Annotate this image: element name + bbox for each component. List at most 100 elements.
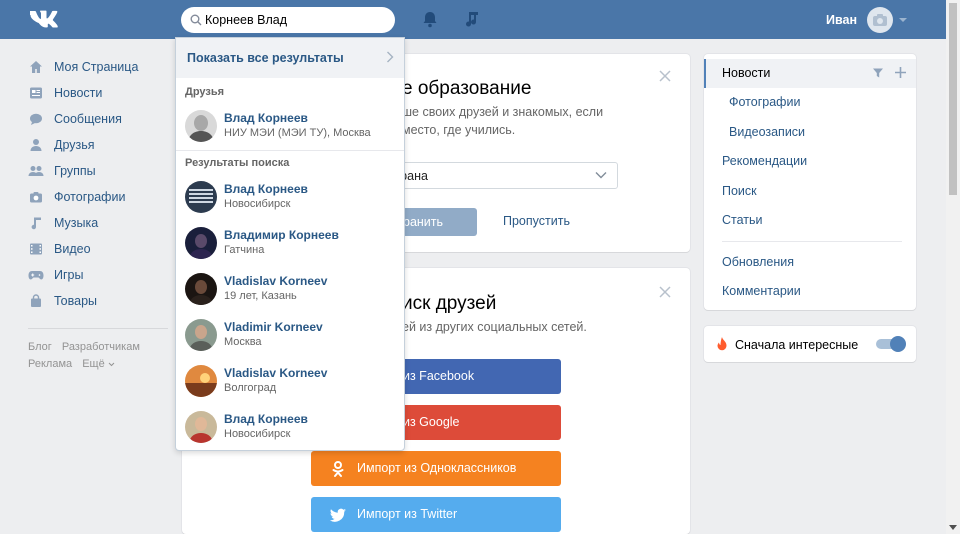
bell-icon[interactable] bbox=[420, 9, 440, 29]
footer-link-blog[interactable]: Блог bbox=[28, 341, 52, 353]
show-all-label: Показать все результаты bbox=[187, 51, 344, 65]
result-avatar bbox=[185, 227, 217, 259]
nav-item-friends[interactable]: Друзья bbox=[28, 132, 168, 158]
filter-photos[interactable]: Фотографии bbox=[729, 95, 800, 109]
result-subtitle: 19 лет, Казань bbox=[224, 290, 297, 302]
footer-link-ads[interactable]: Реклама bbox=[28, 358, 72, 370]
search-result-row[interactable]: Vladimir Korneev Москва bbox=[176, 312, 404, 358]
search-result-row[interactable]: Влад Корнеев Новосибирск bbox=[176, 174, 404, 220]
dropdown-divider bbox=[176, 150, 404, 151]
search-result-row[interactable]: Vladislav Korneev 19 лет, Казань bbox=[176, 266, 404, 312]
news-icon bbox=[28, 85, 44, 101]
search-result-row[interactable]: Влад Корнеев НИУ МЭИ (МЭИ ТУ), Москва bbox=[176, 103, 404, 149]
chevron-right-icon bbox=[387, 51, 394, 63]
interesting-first-panel: Сначала интересные bbox=[704, 326, 916, 362]
import-odnoklassniki-label: Импорт из Одноклассников bbox=[357, 461, 517, 475]
vk-logo[interactable] bbox=[28, 9, 60, 29]
music-player-icon[interactable] bbox=[462, 9, 482, 29]
results-section-header: Результаты поиска bbox=[185, 157, 290, 169]
friends-icon bbox=[28, 137, 44, 153]
result-avatar bbox=[185, 110, 217, 142]
result-subtitle: Новосибирск bbox=[224, 428, 291, 440]
filter-search[interactable]: Поиск bbox=[722, 184, 757, 198]
result-avatar bbox=[185, 319, 217, 351]
nav-item-market[interactable]: Товары bbox=[28, 288, 168, 314]
result-subtitle: Волгоград bbox=[224, 382, 277, 394]
market-icon bbox=[28, 293, 44, 309]
footer-links: Блог Разработчикам Реклама Ещё bbox=[28, 339, 168, 373]
result-name: Vladislav Korneev bbox=[224, 274, 328, 288]
games-icon bbox=[28, 267, 44, 283]
nav-label: Новости bbox=[54, 86, 103, 100]
odnoklassniki-icon bbox=[332, 461, 344, 477]
nav-item-groups[interactable]: Группы bbox=[28, 158, 168, 184]
user-avatar bbox=[867, 7, 894, 33]
page-scrollbar[interactable] bbox=[946, 0, 960, 534]
education-card-title: е образование bbox=[402, 78, 532, 99]
import-odnoklassniki-button[interactable]: Импорт из Одноклассников bbox=[311, 451, 561, 486]
top-header: Иван bbox=[0, 0, 946, 39]
news-filter-panel: Новости Фотографии Видеозаписи Рекоменда… bbox=[704, 54, 916, 310]
search-result-row[interactable]: Vladislav Korneev Волгоград bbox=[176, 358, 404, 404]
result-subtitle: Новосибирск bbox=[224, 198, 291, 210]
nav-label: Друзья bbox=[54, 138, 95, 152]
filter-comments[interactable]: Комментарии bbox=[722, 284, 801, 298]
nav-item-music[interactable]: Музыка bbox=[28, 210, 168, 236]
nav-item-games[interactable]: Игры bbox=[28, 262, 168, 288]
filter-icon[interactable] bbox=[872, 67, 884, 79]
music-icon bbox=[28, 215, 44, 231]
add-icon[interactable] bbox=[894, 66, 907, 79]
scroll-down-arrow[interactable] bbox=[949, 525, 957, 530]
search-result-row[interactable]: Владимир Корнеев Гатчина bbox=[176, 220, 404, 266]
search-field[interactable] bbox=[181, 7, 395, 33]
result-name: Vladislav Korneev bbox=[224, 366, 328, 380]
find-friends-title: иск друзей bbox=[402, 293, 497, 314]
search-icon bbox=[190, 14, 202, 26]
result-subtitle: Гатчина bbox=[224, 244, 265, 256]
chevron-down-icon bbox=[595, 172, 607, 179]
nav-item-messages[interactable]: Сообщения bbox=[28, 106, 168, 132]
camera-icon bbox=[873, 14, 888, 26]
filter-news[interactable]: Новости bbox=[722, 66, 770, 80]
chevron-down-icon bbox=[108, 362, 115, 367]
user-menu[interactable]: Иван bbox=[826, 7, 908, 33]
nav-label: Видео bbox=[54, 242, 91, 256]
show-all-results[interactable]: Показать все результаты bbox=[176, 38, 404, 78]
search-input[interactable] bbox=[205, 10, 385, 30]
skip-button[interactable]: Пропустить bbox=[503, 214, 570, 228]
nav-label: Игры bbox=[54, 268, 84, 282]
nav-item-my-page[interactable]: Моя Страница bbox=[28, 54, 168, 80]
education-card-text-2: место, где учились. bbox=[402, 123, 516, 137]
filter-recommendations[interactable]: Рекомендации bbox=[722, 154, 807, 168]
friends-section-header: Друзья bbox=[185, 86, 225, 98]
import-twitter-button[interactable]: Импорт из Twitter bbox=[311, 497, 561, 532]
import-twitter-label: Импорт из Twitter bbox=[357, 507, 458, 521]
result-name: Влад Корнеев bbox=[224, 182, 308, 196]
interesting-first-toggle[interactable] bbox=[876, 336, 906, 352]
nav-item-photos[interactable]: Фотографии bbox=[28, 184, 168, 210]
result-name: Влад Корнеев bbox=[224, 111, 308, 125]
result-name: Владимир Корнеев bbox=[224, 228, 339, 242]
result-avatar bbox=[185, 181, 217, 213]
twitter-icon bbox=[329, 508, 346, 522]
education-select[interactable]: брана bbox=[382, 162, 618, 189]
nav-item-news[interactable]: Новости bbox=[28, 80, 168, 106]
find-friends-text: ей из других социальных сетей. bbox=[402, 320, 587, 334]
filter-videos[interactable]: Видеозаписи bbox=[729, 125, 805, 139]
fire-icon bbox=[717, 337, 727, 351]
close-icon[interactable] bbox=[658, 285, 672, 299]
video-icon bbox=[28, 241, 44, 257]
messages-icon bbox=[28, 111, 44, 127]
filter-articles[interactable]: Статьи bbox=[722, 213, 763, 227]
search-result-row[interactable]: Влад Корнеев Новосибирск bbox=[176, 404, 404, 450]
footer-link-more[interactable]: Ещё bbox=[82, 358, 115, 370]
education-card-text-1: ше своих друзей и знакомых, если bbox=[402, 105, 604, 119]
scrollbar-thumb[interactable] bbox=[949, 3, 957, 195]
search-dropdown: Показать все результаты Друзья Влад Корн… bbox=[175, 37, 405, 451]
footer-link-developers[interactable]: Разработчикам bbox=[62, 341, 140, 353]
result-subtitle: НИУ МЭИ (МЭИ ТУ), Москва bbox=[224, 127, 371, 139]
filter-updates[interactable]: Обновления bbox=[722, 255, 794, 269]
nav-item-video[interactable]: Видео bbox=[28, 236, 168, 262]
chevron-down-icon bbox=[899, 18, 908, 22]
close-icon[interactable] bbox=[658, 69, 672, 83]
